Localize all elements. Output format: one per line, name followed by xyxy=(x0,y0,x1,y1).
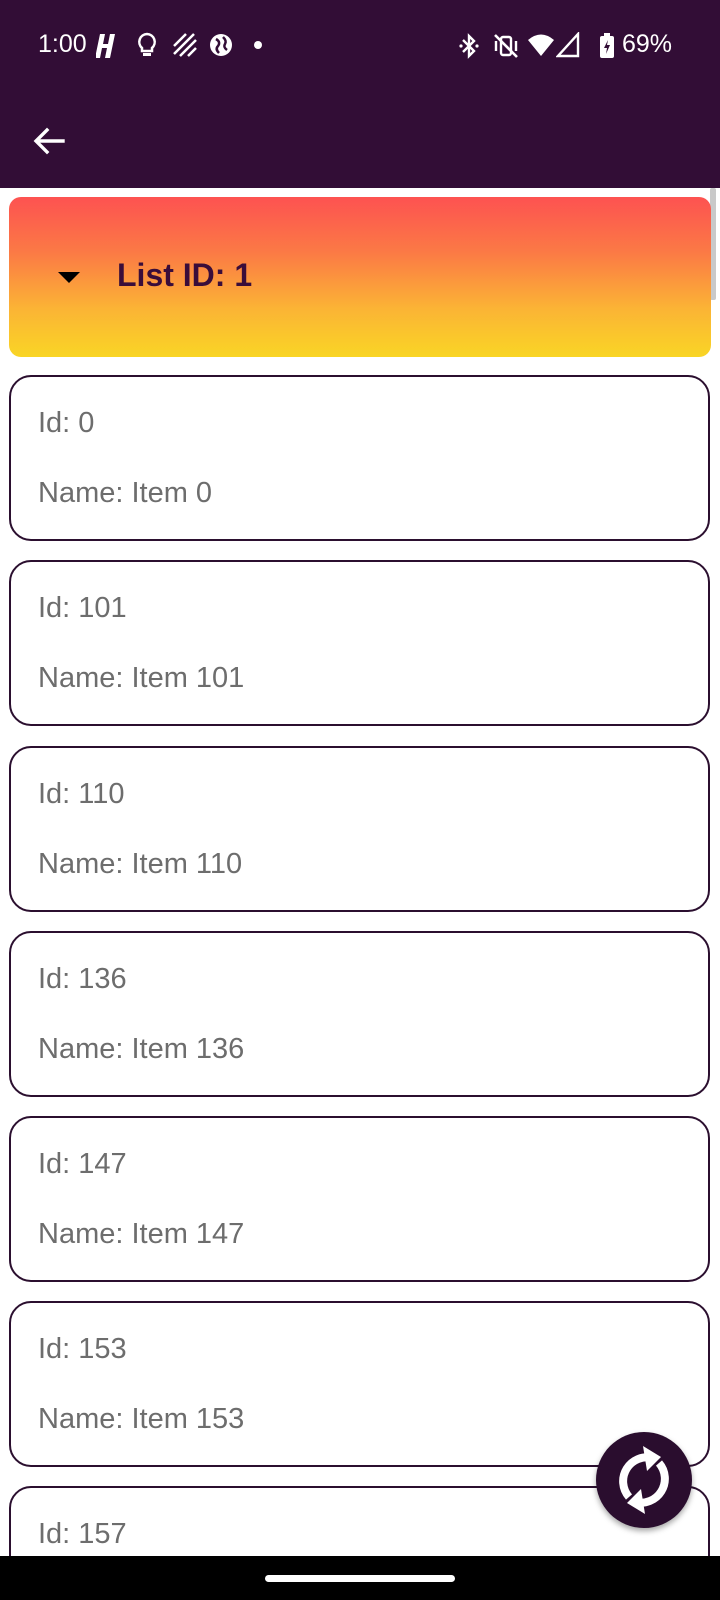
item-id: Id: 157 xyxy=(38,1518,127,1550)
battery-percentage: 69% xyxy=(622,30,673,58)
list-item[interactable]: Id: 110 Name: Item 110 xyxy=(9,746,710,912)
item-id: Id: 136 xyxy=(38,963,127,995)
list-item[interactable]: Id: 136 Name: Item 136 xyxy=(9,931,710,1097)
stripes-icon xyxy=(173,33,197,57)
wifi-icon xyxy=(528,34,554,56)
item-id: Id: 153 xyxy=(38,1333,127,1365)
item-id: Id: 101 xyxy=(38,592,127,624)
list-item[interactable]: Id: 153 Name: Item 153 xyxy=(9,1301,710,1467)
item-name: Name: Item 136 xyxy=(38,1033,245,1065)
globe-icon xyxy=(210,34,232,56)
item-name: Name: Item 147 xyxy=(38,1218,245,1250)
dot-icon xyxy=(254,41,262,49)
item-name: Name: Item 101 xyxy=(38,662,245,694)
battery-charging-icon xyxy=(600,33,614,58)
list-header[interactable]: List ID: 1 xyxy=(9,197,711,357)
back-button[interactable] xyxy=(26,118,72,164)
cell-signal-icon xyxy=(556,32,580,58)
arrow-back-icon xyxy=(33,127,65,155)
item-id: Id: 110 xyxy=(38,778,125,810)
item-name: Name: Item 0 xyxy=(38,477,213,509)
status-bar: 1:00 69% xyxy=(0,0,720,92)
status-time: 1:00 xyxy=(38,30,87,58)
caret-down-icon[interactable] xyxy=(52,263,86,291)
app-h-icon xyxy=(96,34,115,58)
navigation-bar xyxy=(0,1556,720,1600)
list-item[interactable]: Id: 147 Name: Item 147 xyxy=(9,1116,710,1282)
list-title: List ID: 1 xyxy=(117,257,253,293)
item-id: Id: 0 xyxy=(38,407,95,439)
item-name: Name: Item 110 xyxy=(38,848,243,880)
bluetooth-icon xyxy=(459,33,479,59)
item-id: Id: 147 xyxy=(38,1148,127,1180)
lightbulb-icon xyxy=(138,32,156,56)
item-name: Name: Item 153 xyxy=(38,1403,245,1435)
app-bar: 1:00 69% xyxy=(0,0,720,188)
list-item[interactable]: Id: 101 Name: Item 101 xyxy=(9,560,710,726)
home-gesture-handle[interactable] xyxy=(265,1575,455,1582)
list-item[interactable]: Id: 0 Name: Item 0 xyxy=(9,375,710,541)
refresh-button[interactable] xyxy=(596,1432,692,1528)
refresh-icon xyxy=(619,1446,669,1514)
vibrate-off-icon xyxy=(494,34,518,58)
